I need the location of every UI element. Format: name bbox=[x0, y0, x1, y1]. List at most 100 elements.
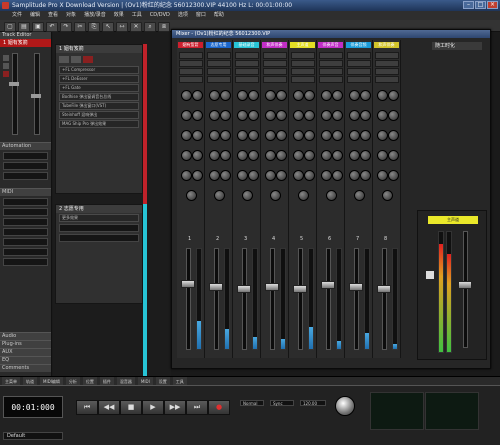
eq-knob[interactable] bbox=[377, 90, 388, 101]
eq-knob[interactable] bbox=[360, 110, 371, 121]
insert-slot[interactable] bbox=[235, 68, 259, 75]
eq-knob[interactable] bbox=[293, 130, 304, 141]
track-header-1[interactable]: 1 姻有笈箭 +FL Compressor +FL DeEsser +FL Ga… bbox=[55, 44, 143, 194]
track-1-solo-button[interactable] bbox=[71, 56, 81, 63]
menu-item[interactable]: 编辑 bbox=[30, 11, 40, 20]
menu-item[interactable]: 查看 bbox=[48, 11, 58, 20]
channel-fader-cap[interactable] bbox=[237, 285, 251, 293]
forward-to-end-button[interactable]: ⏭ bbox=[186, 400, 208, 415]
channel-fader-cap[interactable] bbox=[265, 283, 279, 291]
timecode-display[interactable]: 00:01:000 bbox=[3, 396, 63, 418]
eq-knob[interactable] bbox=[321, 90, 332, 101]
midi-section-header[interactable]: MIDI bbox=[0, 188, 51, 196]
eq-knob[interactable] bbox=[360, 90, 371, 101]
eq-knob[interactable] bbox=[321, 150, 332, 161]
menu-item[interactable]: 文件 bbox=[12, 11, 22, 20]
aux-section[interactable]: AUX bbox=[0, 348, 51, 356]
eq-knob[interactable] bbox=[248, 150, 259, 161]
eq-knob[interactable] bbox=[304, 150, 315, 161]
redo-icon[interactable]: ↷ bbox=[60, 22, 72, 32]
eq-knob[interactable] bbox=[349, 110, 360, 121]
bottom-tab[interactable]: 混音器 bbox=[116, 377, 135, 385]
channel-fader-track[interactable] bbox=[326, 248, 331, 350]
rewind-to-start-button[interactable]: ⏮ bbox=[76, 400, 98, 415]
eq-knob[interactable] bbox=[237, 130, 248, 141]
insert-slot[interactable] bbox=[375, 76, 399, 83]
eq-knob[interactable] bbox=[237, 110, 248, 121]
range-mode-icon[interactable]: ⇿ bbox=[116, 22, 128, 32]
automation-field[interactable] bbox=[3, 172, 48, 180]
jog-wheel[interactable] bbox=[335, 396, 355, 416]
insert-slot[interactable] bbox=[347, 52, 371, 59]
insert-slot[interactable] bbox=[179, 76, 203, 83]
menu-item[interactable]: 对象 bbox=[66, 11, 76, 20]
insert-slot[interactable] bbox=[179, 60, 203, 67]
mouse-mode-icon[interactable]: ↖ bbox=[102, 22, 114, 32]
track-1-mute-button[interactable] bbox=[59, 56, 69, 63]
eq-knob[interactable] bbox=[220, 150, 231, 161]
eq-knob[interactable] bbox=[293, 170, 304, 181]
track-1-plugin-slot[interactable]: Steinhoff 混响弹出 bbox=[59, 111, 139, 119]
eq-knob[interactable] bbox=[265, 90, 276, 101]
midi-bank-field[interactable] bbox=[3, 238, 48, 246]
channel-fader-cap[interactable] bbox=[209, 283, 223, 291]
menu-item[interactable]: CD/DVD bbox=[150, 11, 170, 20]
midi-program-field[interactable] bbox=[3, 228, 48, 236]
track-2-plugin-slot[interactable]: 更多效果 bbox=[59, 214, 139, 222]
insert-slot[interactable] bbox=[291, 52, 315, 59]
close-button[interactable]: × bbox=[487, 1, 498, 9]
master-play-arrow-icon[interactable] bbox=[426, 271, 434, 279]
insert-slot[interactable] bbox=[263, 68, 287, 75]
channel-label[interactable]: 主声道 bbox=[290, 42, 315, 48]
minimize-button[interactable]: – bbox=[463, 1, 474, 9]
bottom-tab[interactable]: 工具 bbox=[172, 377, 187, 385]
eq-knob[interactable] bbox=[186, 190, 197, 201]
eq-knob[interactable] bbox=[326, 190, 337, 201]
track-1-name[interactable]: 1 姻有笈箭 bbox=[56, 45, 142, 53]
rewind-button[interactable]: ◀◀ bbox=[98, 400, 120, 415]
midi-channel-field[interactable] bbox=[3, 218, 48, 226]
eq-knob[interactable] bbox=[248, 130, 259, 141]
insert-slot[interactable] bbox=[179, 68, 203, 75]
undo-icon[interactable]: ↶ bbox=[46, 22, 58, 32]
snap-icon[interactable]: ⧈ bbox=[158, 22, 170, 32]
insert-slot[interactable] bbox=[347, 60, 371, 67]
insert-slot[interactable] bbox=[179, 52, 203, 59]
mute-button[interactable] bbox=[3, 55, 9, 61]
eq-knob[interactable] bbox=[209, 110, 220, 121]
channel-fader-track[interactable] bbox=[214, 248, 219, 350]
menu-item[interactable]: 窗口 bbox=[196, 11, 206, 20]
eq-knob[interactable] bbox=[214, 190, 225, 201]
midi-option-field[interactable] bbox=[3, 258, 48, 266]
track-1-plugin-slot[interactable]: +FL Gate bbox=[59, 84, 139, 92]
eq-knob[interactable] bbox=[304, 170, 315, 181]
bottom-tab[interactable]: 分析 bbox=[65, 377, 80, 385]
midi-output-field[interactable] bbox=[3, 208, 48, 216]
channel-fader-track[interactable] bbox=[270, 248, 275, 350]
eq-knob[interactable] bbox=[276, 150, 287, 161]
audio-section[interactable]: Audio bbox=[0, 332, 51, 340]
insert-slot[interactable] bbox=[319, 76, 343, 83]
insert-slot[interactable] bbox=[375, 68, 399, 75]
stop-button[interactable]: ■ bbox=[120, 400, 142, 415]
track-1-plugin-slot[interactable]: Bodhise 弹出窗调音台总线 bbox=[59, 93, 139, 101]
insert-slot[interactable] bbox=[207, 60, 231, 67]
solo-button[interactable] bbox=[3, 63, 9, 69]
channel-fader-cap[interactable] bbox=[293, 285, 307, 293]
insert-slot[interactable] bbox=[235, 76, 259, 83]
midi-option-field[interactable] bbox=[3, 248, 48, 256]
new-project-icon[interactable]: ▢ bbox=[4, 22, 16, 32]
eq-knob[interactable] bbox=[265, 130, 276, 141]
bottom-tab[interactable]: 插件 bbox=[99, 377, 114, 385]
play-button[interactable]: ▶ bbox=[142, 400, 164, 415]
channel-fader-cap[interactable] bbox=[377, 285, 391, 293]
channel-label[interactable]: 和声伴奏 bbox=[374, 42, 399, 48]
channel-label[interactable]: 伴奏声音 bbox=[318, 42, 343, 48]
eq-knob[interactable] bbox=[360, 130, 371, 141]
insert-slot[interactable] bbox=[375, 60, 399, 67]
eq-knob[interactable] bbox=[237, 90, 248, 101]
track-1-plugin-slot[interactable]: +FL DeEsser bbox=[59, 75, 139, 83]
eq-knob[interactable] bbox=[276, 170, 287, 181]
track-2-name[interactable]: 2 志愿专用 bbox=[56, 205, 142, 213]
eq-knob[interactable] bbox=[209, 170, 220, 181]
